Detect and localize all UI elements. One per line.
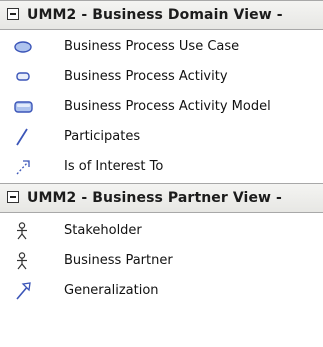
toolbox-item-label: Business Process Activity Model [64, 99, 271, 114]
activity-model-icon [14, 98, 36, 116]
ellipse-icon [14, 38, 36, 56]
toolbox-item-label: Participates [64, 129, 141, 144]
toolbox-item-is-of-interest-to[interactable]: Is of Interest To [0, 152, 323, 182]
toolbox-item-label: Business Process Activity [64, 69, 228, 84]
toolbox-item-business-process-activity[interactable]: Business Process Activity [0, 62, 323, 92]
section-title: UMM2 - Business Partner View - [27, 190, 282, 206]
toolbox-item-participates[interactable]: Participates [0, 122, 323, 152]
toolbox-panel: UMM2 - Business Domain View - Business P… [0, 0, 323, 347]
toolbox-item-label: Is of Interest To [64, 159, 164, 174]
toolbox-item-business-process-use-case[interactable]: Business Process Use Case [0, 32, 323, 62]
toolbox-item-stakeholder[interactable]: Stakeholder [0, 216, 323, 246]
toolbox-item-business-partner[interactable]: Business Partner [0, 246, 323, 276]
collapse-icon[interactable] [7, 191, 19, 203]
rounded-rect-icon [14, 68, 36, 86]
toolbox-item-business-process-activity-model[interactable]: Business Process Activity Model [0, 92, 323, 122]
toolbox-item-generalization[interactable]: Generalization [0, 276, 323, 306]
toolbox-item-label: Generalization [64, 283, 159, 298]
section-header-business-domain-view[interactable]: UMM2 - Business Domain View - [0, 0, 323, 30]
toolbox-item-label: Business Partner [64, 253, 173, 268]
section-title: UMM2 - Business Domain View - [27, 7, 283, 23]
actor-icon [14, 222, 36, 240]
collapse-icon[interactable] [7, 8, 19, 20]
section-header-business-partner-view[interactable]: UMM2 - Business Partner View - [0, 183, 323, 213]
dependency-arrow-icon [14, 158, 36, 176]
association-line-icon [14, 128, 36, 146]
generalization-arrow-icon [14, 282, 36, 300]
toolbox-item-label: Stakeholder [64, 223, 142, 238]
actor-icon [14, 252, 36, 270]
toolbox-item-label: Business Process Use Case [64, 39, 240, 54]
